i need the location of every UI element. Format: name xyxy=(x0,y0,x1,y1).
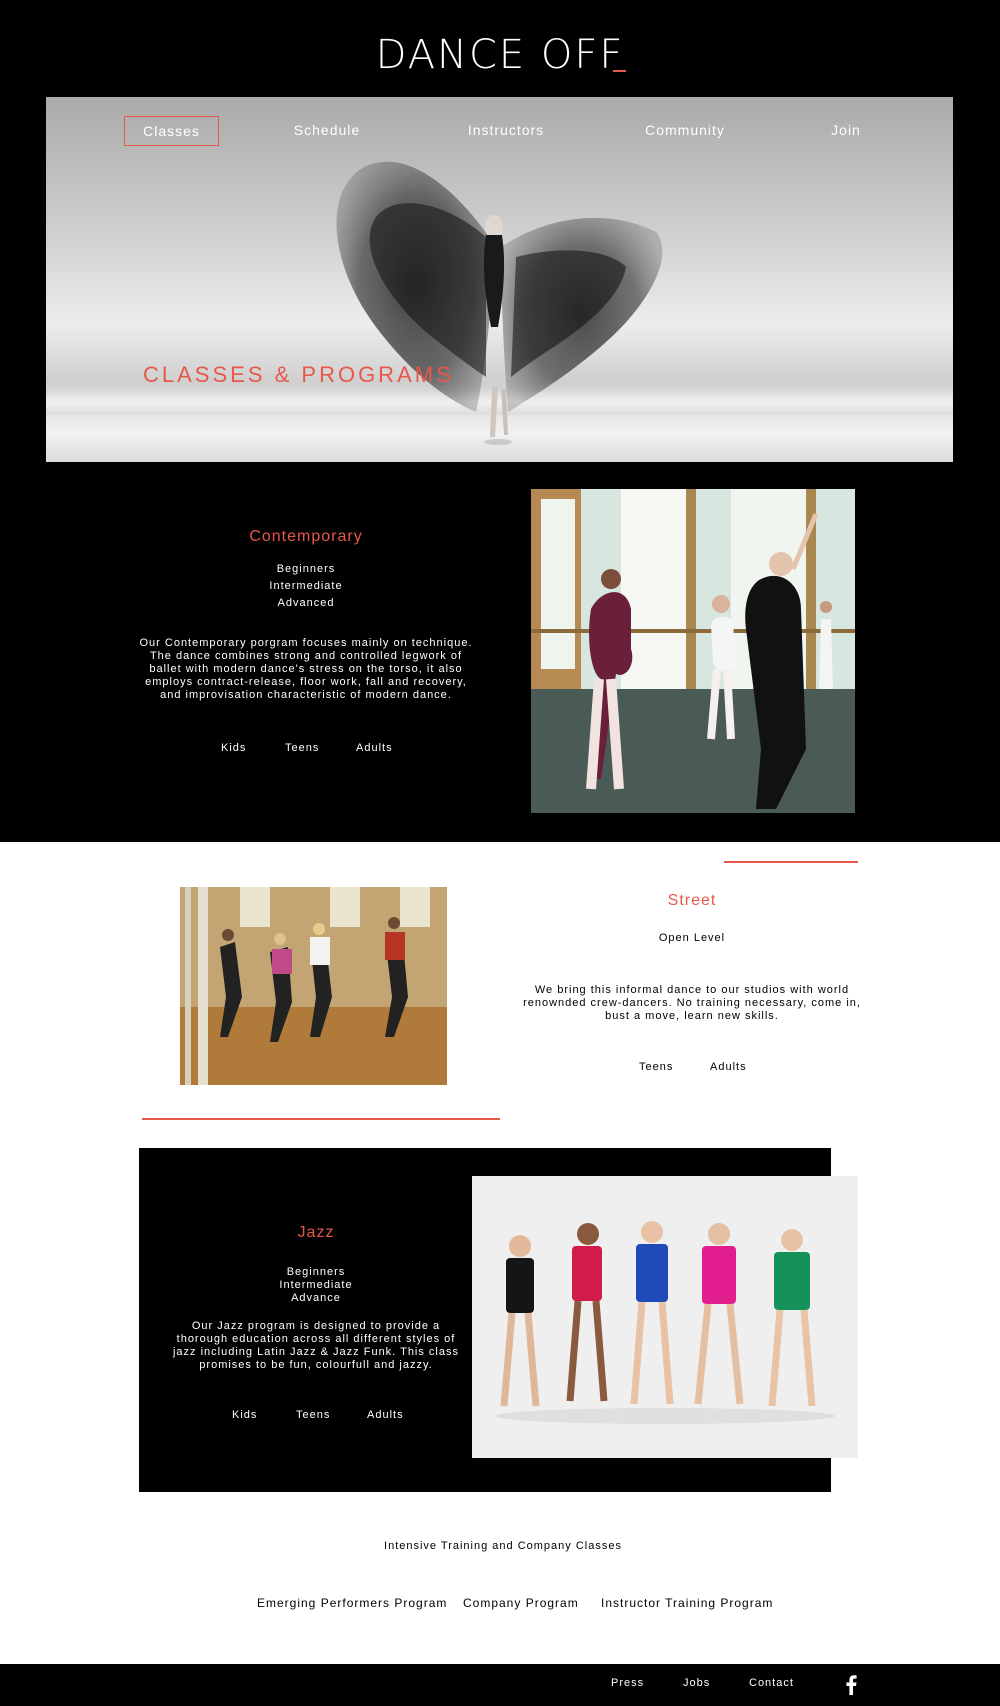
contemporary-description: Our Contemporary porgram focuses mainly … xyxy=(130,637,482,702)
desc-line: The dance combines strong and controlled… xyxy=(149,650,463,662)
nav-schedule[interactable]: Schedule xyxy=(287,116,367,146)
footer: Press Jobs Contact xyxy=(0,1664,1000,1706)
nav-join[interactable]: Join xyxy=(821,116,871,146)
level-beginners: Beginners xyxy=(286,1266,346,1278)
age-kids-link[interactable]: Kids xyxy=(221,742,246,754)
intensive-heading: Intensive Training and Company Classes xyxy=(384,1540,622,1552)
nav-community[interactable]: Community xyxy=(640,116,730,146)
nav-classes[interactable]: Classes xyxy=(124,116,219,146)
street-description: We bring this informal dance to our stud… xyxy=(520,984,864,1023)
desc-line: promises to be fun, colourfull and jazzy… xyxy=(199,1359,433,1371)
level-intermediate: Intermediate xyxy=(269,580,343,592)
desc-line: jazz including Latin Jazz & Jazz Funk. T… xyxy=(172,1346,459,1358)
desc-line: employs contract-release, floor work, fa… xyxy=(145,676,467,688)
jazz-photo xyxy=(472,1176,858,1458)
age-teens-link[interactable]: Teens xyxy=(296,1409,330,1421)
street-levels: Open Level xyxy=(594,930,790,947)
desc-line: ballet with modern dance's stress on the… xyxy=(149,663,463,675)
street-divider-bottom xyxy=(142,1118,500,1120)
level-advanced: Advanced xyxy=(277,597,335,609)
level-open: Open Level xyxy=(658,932,726,944)
age-teens-link[interactable]: Teens xyxy=(639,1061,673,1073)
footer-jobs-link[interactable]: Jobs xyxy=(683,1677,710,1689)
street-class-image xyxy=(180,887,447,1085)
jazz-dancers-image xyxy=(472,1176,858,1458)
jazz-description: Our Jazz program is designed to provide … xyxy=(172,1320,460,1372)
ballet-class-image xyxy=(531,489,855,813)
emerging-performers-link[interactable]: Emerging Performers Program xyxy=(257,1596,447,1610)
level-intermediate: Intermediate xyxy=(279,1279,353,1291)
street-photo xyxy=(180,887,447,1085)
desc-line: and improvisation characteristic of mode… xyxy=(160,689,452,701)
footer-contact-link[interactable]: Contact xyxy=(749,1677,794,1689)
page-title: CLASSES & PROGRAMS xyxy=(143,362,454,387)
instructor-training-link[interactable]: Instructor Training Program xyxy=(601,1596,773,1610)
age-adults-link[interactable]: Adults xyxy=(356,742,393,754)
logo-text: DANCE OF xyxy=(375,32,600,78)
street-title: Street xyxy=(667,892,717,909)
age-teens-link[interactable]: Teens xyxy=(285,742,319,754)
desc-line: We bring this informal dance to our stud… xyxy=(534,984,850,996)
site-logo[interactable]: DANCE OFF xyxy=(0,32,1000,78)
street-divider-top xyxy=(724,861,858,863)
company-program-link[interactable]: Company Program xyxy=(463,1596,579,1610)
jazz-title: Jazz xyxy=(297,1224,335,1241)
main-nav: Classes Schedule Instructors Community J… xyxy=(46,97,953,167)
footer-press-link[interactable]: Press xyxy=(611,1677,644,1689)
desc-line: Our Jazz program is designed to provide … xyxy=(191,1320,441,1332)
age-kids-link[interactable]: Kids xyxy=(232,1409,257,1421)
nav-instructors[interactable]: Instructors xyxy=(461,116,551,146)
desc-line: renownded crew-dancers. No training nece… xyxy=(523,997,861,1009)
contemporary-photo xyxy=(531,489,855,813)
level-beginners: Beginners xyxy=(276,563,336,575)
jazz-levels: Beginners Intermediate Advance xyxy=(212,1266,420,1305)
contemporary-levels: Beginners Intermediate Advanced xyxy=(200,561,412,612)
logo-accent-letter: F xyxy=(599,32,627,78)
contemporary-title: Contemporary xyxy=(249,528,363,545)
hero-banner: Classes Schedule Instructors Community J… xyxy=(46,97,953,462)
facebook-icon[interactable] xyxy=(844,1675,858,1695)
age-adults-link[interactable]: Adults xyxy=(710,1061,747,1073)
desc-line: bust a move, learn new skills. xyxy=(605,1010,779,1022)
age-adults-link[interactable]: Adults xyxy=(367,1409,404,1421)
desc-line: Our Contemporary porgram focuses mainly … xyxy=(139,637,473,649)
level-advance: Advance xyxy=(291,1292,341,1304)
desc-line: thorough education across all different … xyxy=(176,1333,456,1345)
